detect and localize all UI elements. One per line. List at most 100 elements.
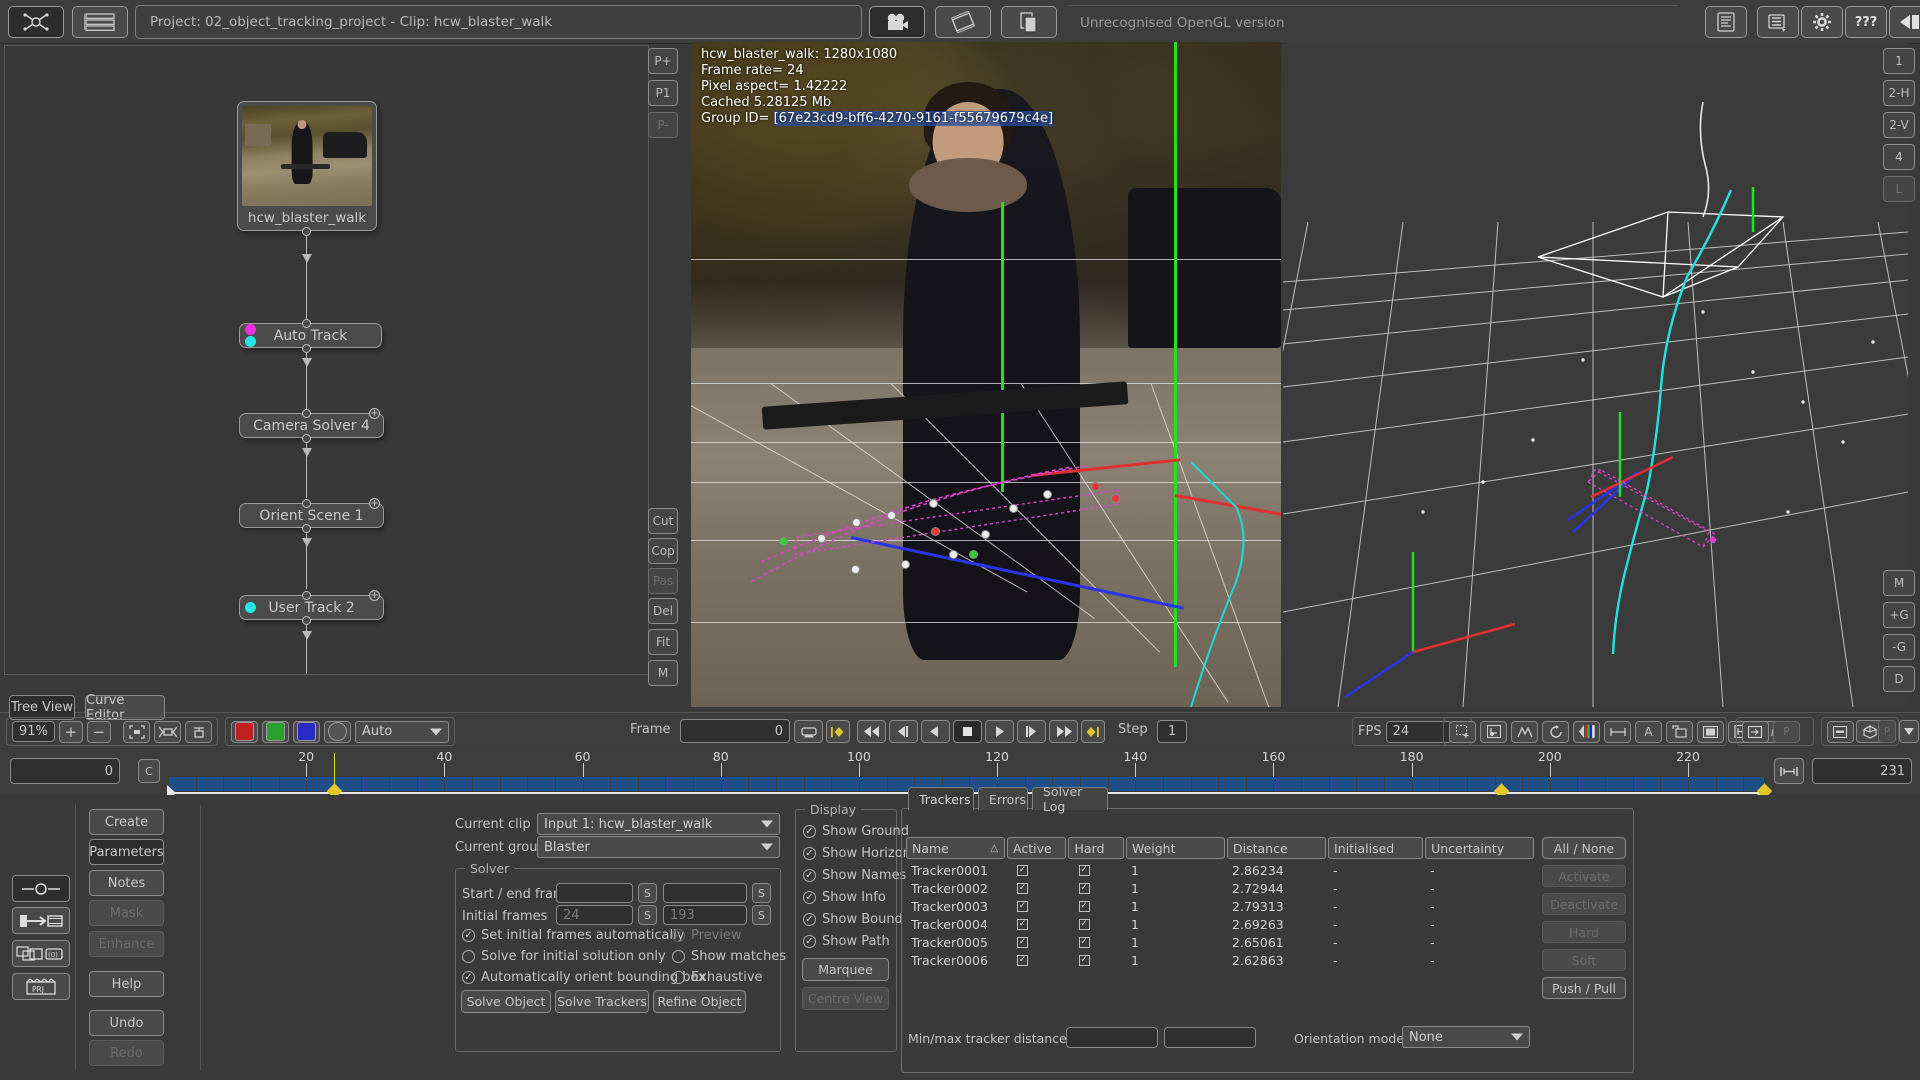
mask-button[interactable]: Mask [89,900,164,926]
range-in-input[interactable]: 0 [10,758,120,784]
all-none-button[interactable]: All / None [1542,837,1626,859]
tracker-point[interactable] [817,534,826,543]
node-out-port-camera-solver[interactable] [302,434,311,443]
layout-1-button[interactable]: 1 [1883,48,1915,74]
node-add-port-orient-scene[interactable]: + [369,498,380,509]
layout-l-button[interactable]: L [1883,176,1915,202]
solve-trackers-button[interactable]: Solve Trackers [555,990,649,1013]
keyframe-prev-button[interactable] [826,720,850,743]
node-user-track-2[interactable]: User Track 2 [239,595,384,620]
tracker-point[interactable] [981,530,990,539]
node-out-port-auto-track[interactable] [302,344,311,353]
channel-green-button[interactable] [262,720,289,743]
show-matches-checkbox[interactable]: ✓ Show matches [672,949,786,964]
tracker-point[interactable] [887,511,896,520]
node-camera-solver-4[interactable]: Camera Solver 4 [239,413,384,438]
curve-icon[interactable] [1511,720,1538,743]
cell-active-checkbox[interactable]: ✓ [1007,918,1066,930]
view-mode-select[interactable]: Auto [355,720,449,743]
cell-hard-checkbox[interactable]: ✓ [1069,900,1125,912]
parameters-button[interactable]: Parameters [89,839,164,865]
fit-button[interactable]: Fit [648,629,678,655]
mask-icon[interactable] [1666,720,1693,743]
column-header-uncertainty[interactable]: Uncertainty [1425,837,1534,859]
cell-active-checkbox[interactable]: ✓ [1007,954,1066,966]
play-button[interactable] [985,720,1014,743]
preview-checkbox[interactable]: ✓ Preview [672,928,742,943]
project-title-bar[interactable]: Project: 02_object_tracking_project - Cl… [135,5,862,39]
preview-1-button[interactable]: P1 [648,80,678,106]
layout-2v-button[interactable]: 2-V [1883,112,1915,138]
cell-hard-checkbox[interactable]: ✓ [1069,918,1125,930]
node-in-port-user-track[interactable] [302,591,311,600]
film-icon[interactable] [935,6,991,38]
keyframe-next-button[interactable] [1081,720,1105,743]
frame-icon[interactable] [1697,720,1724,743]
push-pull-button[interactable]: Push / Pull [1542,977,1626,999]
range-icon[interactable] [1604,720,1631,743]
grid-remove-button[interactable]: -G [1883,634,1915,660]
export-icon[interactable] [1889,6,1920,38]
cell-active-checkbox[interactable]: ✓ [1007,864,1066,876]
scene-d-button[interactable]: D [1883,666,1915,692]
tracker-point[interactable] [931,527,940,536]
import-clip-icon[interactable] [12,907,70,934]
text-overlay-icon[interactable]: A [1635,720,1662,743]
project-clapper-icon[interactable]: PRJ [12,973,70,1000]
cache-button[interactable]: C [138,759,160,783]
step-back-frame-button[interactable] [889,720,918,743]
step-input[interactable]: 1 [1157,720,1187,743]
initial-start-set-button[interactable]: S [638,905,657,925]
hard-button[interactable]: Hard [1542,921,1626,943]
table-row[interactable]: Tracker0006 ✓ ✓ 1 2.62863 - - [906,951,1534,969]
show-bound-checkbox[interactable]: ✓ Show Bound [803,912,903,927]
minmax-max-input[interactable] [1164,1027,1256,1048]
current-group-select[interactable]: Blaster [537,836,780,858]
marquee-button[interactable]: Marquee [802,958,889,981]
column-header-distance[interactable]: Distance [1226,837,1327,859]
refresh-icon[interactable] [1542,720,1569,743]
cell-active-checkbox[interactable]: ✓ [1007,936,1066,948]
initial-end-set-button[interactable]: S [752,905,771,925]
show-ground-checkbox[interactable]: ✓ Show Ground [803,824,909,839]
centre-view-button[interactable]: Centre View [802,987,889,1010]
show-horizon-checkbox[interactable]: ✓ Show Horizon [803,846,911,861]
node-graph-canvas[interactable]: hcw_blaster_walk Auto Track Camera Solve… [4,45,649,675]
start-frame-set-button[interactable]: S [638,883,657,903]
paste-button[interactable]: Pas [648,568,678,594]
table-row[interactable]: Tracker0001 ✓ ✓ 1 2.86234 - - [906,861,1534,879]
node-auto-track[interactable]: Auto Track [239,323,382,348]
node-orient-scene-1[interactable]: Orient Scene 1 [239,503,384,528]
grid-add-button[interactable]: +G [1883,602,1915,628]
layout-2h-button[interactable]: 2-H [1883,80,1915,106]
auto-orient-bbox-checkbox[interactable]: ✓ Automatically orient bounding box [462,970,706,985]
end-frame-input[interactable] [663,883,747,903]
delete-button[interactable]: Del [648,598,678,624]
frame-input[interactable]: 0 [680,719,790,743]
deactivate-button[interactable]: Deactivate [1542,893,1626,915]
tracker-point[interactable] [852,518,861,527]
mode-menu-button[interactable]: M [648,660,678,686]
notes-button[interactable]: Notes [89,870,164,896]
layout-4-button[interactable]: 4 [1883,144,1915,170]
tab-errors[interactable]: Errors [978,787,1028,810]
end-frame-set-button[interactable]: S [752,883,771,903]
camera-icon[interactable] [869,6,925,38]
column-header-active[interactable]: Active [1007,837,1067,859]
play-back-button[interactable] [921,720,950,743]
loop-button[interactable] [794,720,823,743]
table-row[interactable]: Tracker0003 ✓ ✓ 1 2.79313 - - [906,897,1534,915]
enhance-button[interactable]: Enhance [89,931,164,957]
tab-trackers[interactable]: Trackers [908,787,974,810]
cell-hard-checkbox[interactable]: ✓ [1069,882,1125,894]
help-icon[interactable]: ??? [1845,6,1887,38]
scene-m-button[interactable]: M [1883,570,1915,596]
input-icon[interactable] [1742,720,1769,743]
table-row[interactable]: Tracker0004 ✓ ✓ 1 2.69263 - - [906,915,1534,933]
cut-button[interactable]: Cut [648,508,678,534]
tracker-point[interactable] [779,537,788,546]
node-in-port-camera-solver[interactable] [302,409,311,418]
zoom-level-field[interactable]: 91% [12,721,55,742]
preview-plus-button[interactable]: P+ [648,48,678,74]
node-tree-icon[interactable] [8,6,64,38]
